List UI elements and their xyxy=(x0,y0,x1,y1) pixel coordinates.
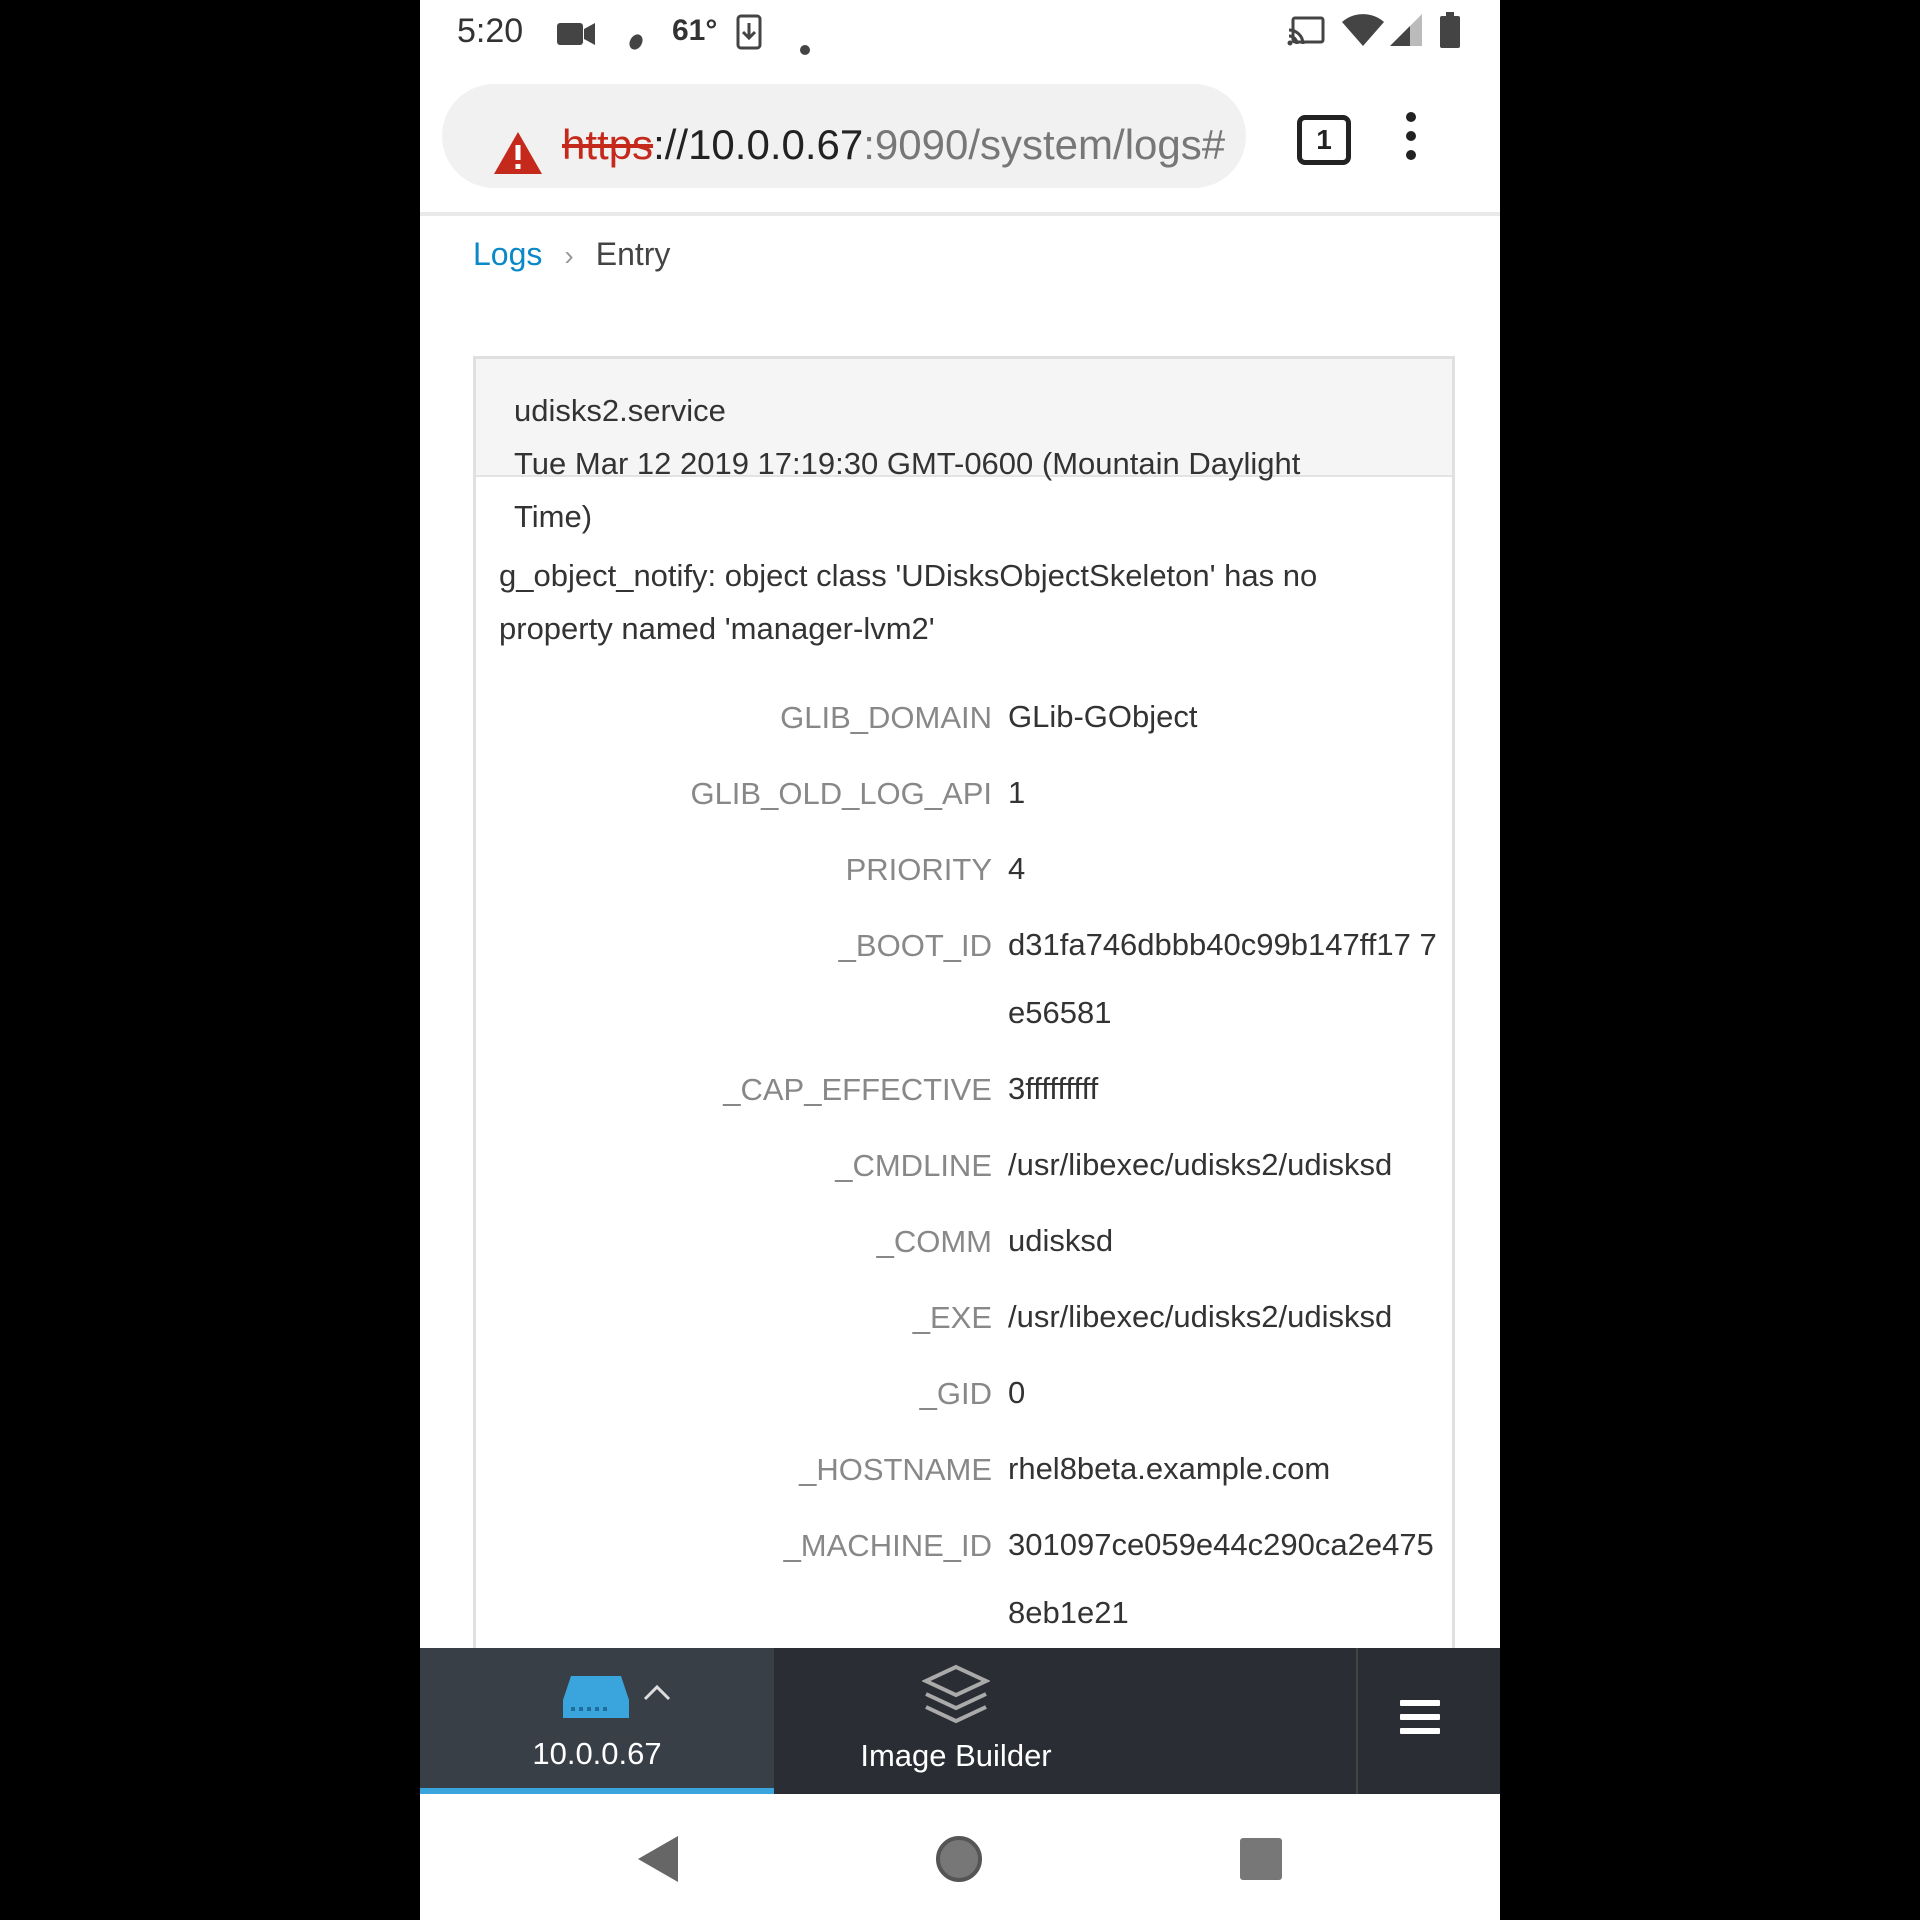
browser-toolbar: https://10.0.0.67:9090/system/logs# 1 xyxy=(420,64,1500,216)
breadcrumb-current: Entry xyxy=(595,236,671,272)
home-icon[interactable] xyxy=(934,1834,984,1889)
field-key: _GID xyxy=(919,1376,992,1411)
field-key: _CMDLINE xyxy=(835,1148,992,1183)
breadcrumb-separator: › xyxy=(564,240,574,271)
download-icon xyxy=(736,14,762,58)
back-icon[interactable] xyxy=(638,1836,678,1887)
field-key: PRIORITY xyxy=(845,852,992,887)
entry-timestamp-cont: Time) xyxy=(514,499,593,534)
hamburger-menu-icon[interactable] xyxy=(1400,1700,1440,1742)
field-value: /usr/libexec/udisks2/udisksd xyxy=(1008,1299,1393,1334)
entry-timestamp: Tue Mar 12 2019 17:19:30 GMT-0600 (Mount… xyxy=(514,446,1301,481)
dot-icon xyxy=(800,26,810,63)
field-value: 1 xyxy=(1008,775,1026,810)
url-host: ://10.0.0.67 xyxy=(653,121,864,168)
more-options-icon[interactable] xyxy=(1406,112,1418,169)
field-value: 3fffffffff xyxy=(1008,1071,1099,1106)
breadcrumb-logs-link[interactable]: Logs xyxy=(473,236,542,272)
log-entry-card: udisks2.service Tue Mar 12 2019 17:19:30… xyxy=(473,356,1455,1662)
address-bar[interactable]: https://10.0.0.67:9090/system/logs# xyxy=(442,84,1246,188)
field-key: _EXE xyxy=(912,1300,992,1335)
chevron-up-icon xyxy=(642,1682,672,1707)
phone-screen: 5:20 61° https://10.0.0.67:9090/system/l… xyxy=(420,0,1500,1920)
image-builder-label: Image Builder xyxy=(860,1738,1052,1773)
tab-switcher-button[interactable]: 1 xyxy=(1297,115,1351,165)
field-key: _CAP_EFFECTIVE xyxy=(723,1072,992,1107)
signal-icon xyxy=(1390,14,1422,54)
url-path: :9090/system/logs# xyxy=(863,121,1226,168)
entry-service: udisks2.service xyxy=(514,393,726,428)
field-key: GLIB_DOMAIN xyxy=(780,700,992,735)
field-value: 301097ce059e44c290ca2e475 8eb1e21 xyxy=(1008,1527,1434,1630)
field-key: _HOSTNAME xyxy=(799,1452,992,1487)
status-bar: 5:20 61° xyxy=(420,0,1500,64)
field-key: _MACHINE_ID xyxy=(783,1528,992,1563)
video-icon xyxy=(557,18,595,55)
entry-message: g_object_notify: object class 'UDisksObj… xyxy=(499,558,1318,646)
image-builder-nav[interactable]: Image Builder xyxy=(776,1648,1358,1794)
server-icon xyxy=(563,1676,629,1723)
field-value: d31fa746dbbb40c99b147ff17 7e56581 xyxy=(1008,927,1437,1030)
field-value: rhel8beta.example.com xyxy=(1008,1451,1331,1486)
status-time: 5:20 xyxy=(457,12,524,50)
battery-icon xyxy=(1440,12,1460,56)
url-scheme: https xyxy=(562,121,654,168)
field-value: /usr/libexec/udisks2/udisksd xyxy=(1008,1147,1393,1182)
cast-icon xyxy=(1287,16,1325,54)
host-label: 10.0.0.67 xyxy=(532,1736,662,1771)
bottom-navigation: 10.0.0.67 Image Builder xyxy=(420,1648,1500,1794)
field-value: 4 xyxy=(1008,851,1026,886)
field-value: 0 xyxy=(1008,1375,1026,1410)
host-switcher-button[interactable]: 10.0.0.67 xyxy=(420,1648,774,1794)
url-text[interactable]: https://10.0.0.67:9090/system/logs# xyxy=(562,116,1242,176)
field-key: _BOOT_ID xyxy=(838,928,992,963)
field-key: GLIB_OLD_LOG_API xyxy=(690,776,992,811)
warning-icon[interactable] xyxy=(494,132,542,179)
wifi-icon xyxy=(1342,14,1384,54)
status-temperature: 61° xyxy=(672,14,718,47)
recents-icon[interactable] xyxy=(1240,1838,1282,1885)
field-key: _COMM xyxy=(876,1224,992,1259)
layers-icon xyxy=(921,1664,991,1731)
breadcrumb: Logs › Entry xyxy=(473,236,670,273)
field-value: udisksd xyxy=(1008,1223,1114,1258)
android-navigation-bar xyxy=(420,1794,1500,1920)
field-value: GLib-GObject xyxy=(1008,699,1198,734)
leaf-icon xyxy=(628,22,644,59)
